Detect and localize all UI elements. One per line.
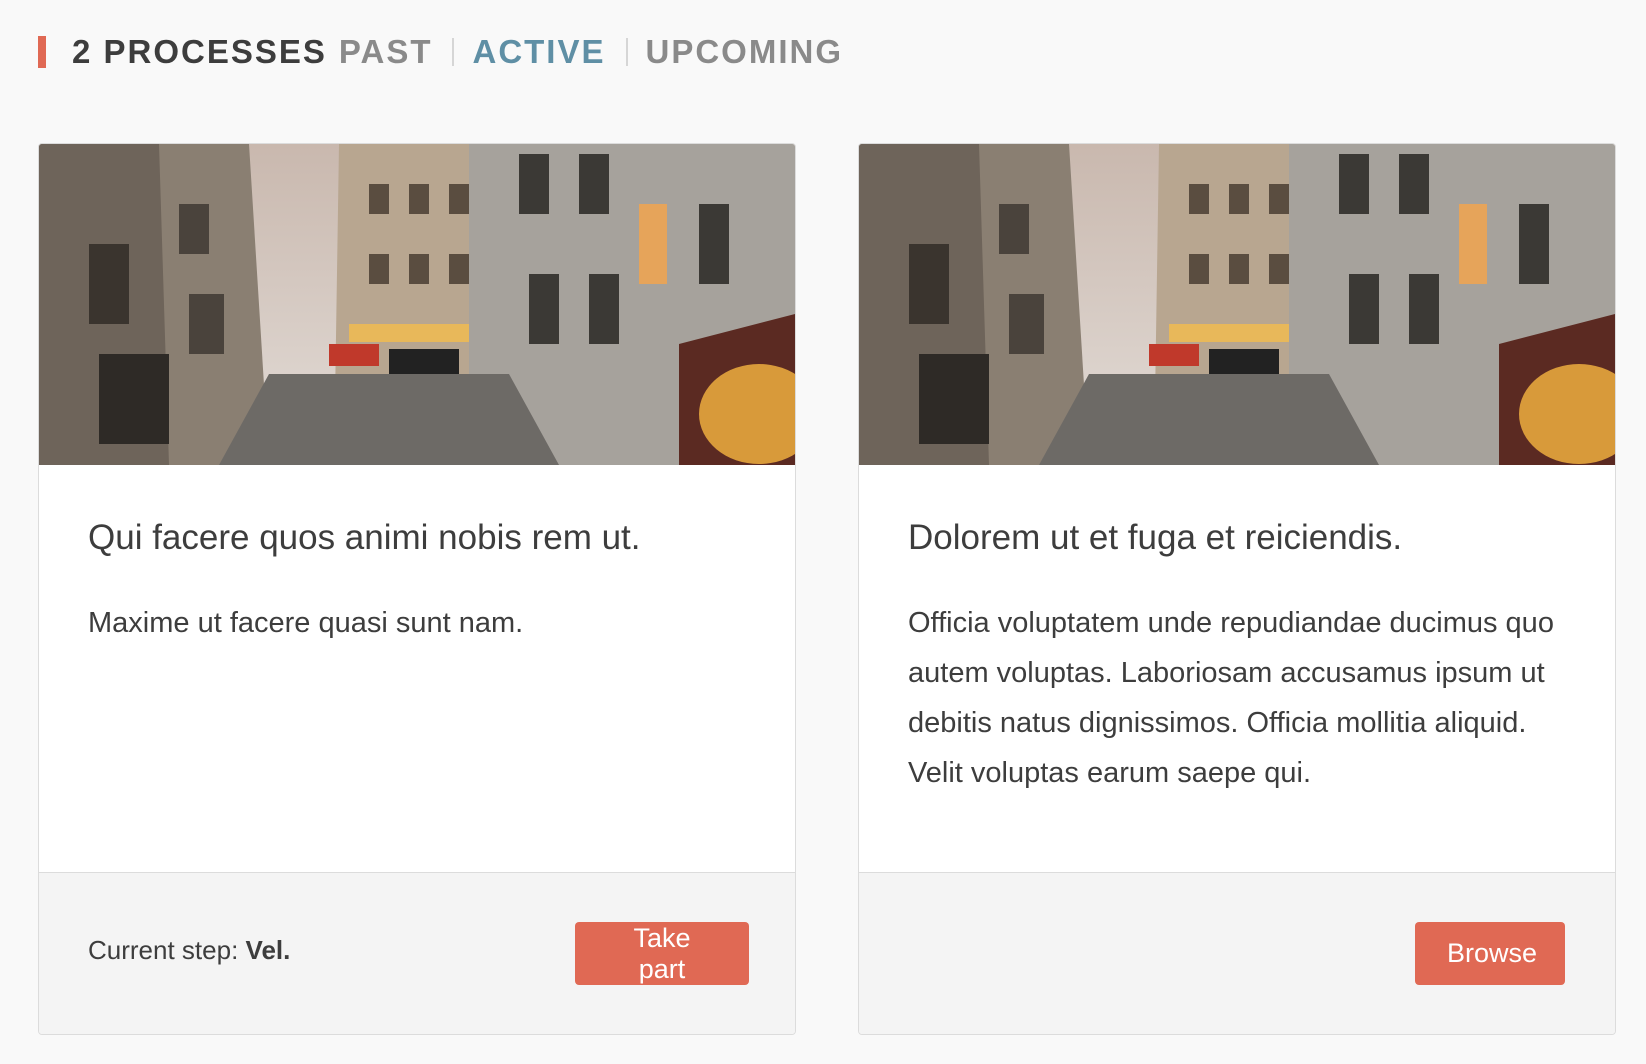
process-image[interactable] <box>859 144 1615 465</box>
process-card[interactable]: Qui facere quos animi nobis rem ut. Maxi… <box>38 143 796 1035</box>
process-description: Officia voluptatem unde repudiandae duci… <box>908 607 1554 789</box>
filter-divider <box>452 38 455 66</box>
process-title[interactable]: Qui facere quos animi nobis rem ut. <box>88 516 748 560</box>
card-footer: Browse <box>859 872 1615 1034</box>
paris-street-photo-icon <box>859 144 1615 465</box>
process-card[interactable]: Dolorem ut et fuga et reiciendis. Offici… <box>858 143 1616 1035</box>
process-description: Maxime ut facere quasi sunt nam. <box>88 607 524 639</box>
current-step-value: Vel. <box>245 935 291 965</box>
paris-street-photo-icon <box>39 144 795 465</box>
process-count: 2 PROCESSES <box>72 33 327 70</box>
card-footer: Current step: Vel. Take part <box>39 872 795 1034</box>
browse-button[interactable]: Browse <box>1415 922 1565 985</box>
header-accent-bar <box>38 36 46 68</box>
filter-active[interactable]: ACTIVE <box>472 33 605 71</box>
current-step-label: Current step: <box>88 935 239 965</box>
process-title[interactable]: Dolorem ut et fuga et reiciendis. <box>908 516 1568 560</box>
filter-upcoming[interactable]: UPCOMING <box>646 33 844 71</box>
filter-divider <box>625 38 628 66</box>
process-filter-header: 2 PROCESSES PAST ACTIVE UPCOMING <box>38 30 843 74</box>
current-step: Current step: Vel. <box>88 935 290 966</box>
process-image[interactable] <box>39 144 795 465</box>
take-part-button[interactable]: Take part <box>575 922 749 985</box>
filter-past[interactable]: PAST <box>339 33 433 71</box>
